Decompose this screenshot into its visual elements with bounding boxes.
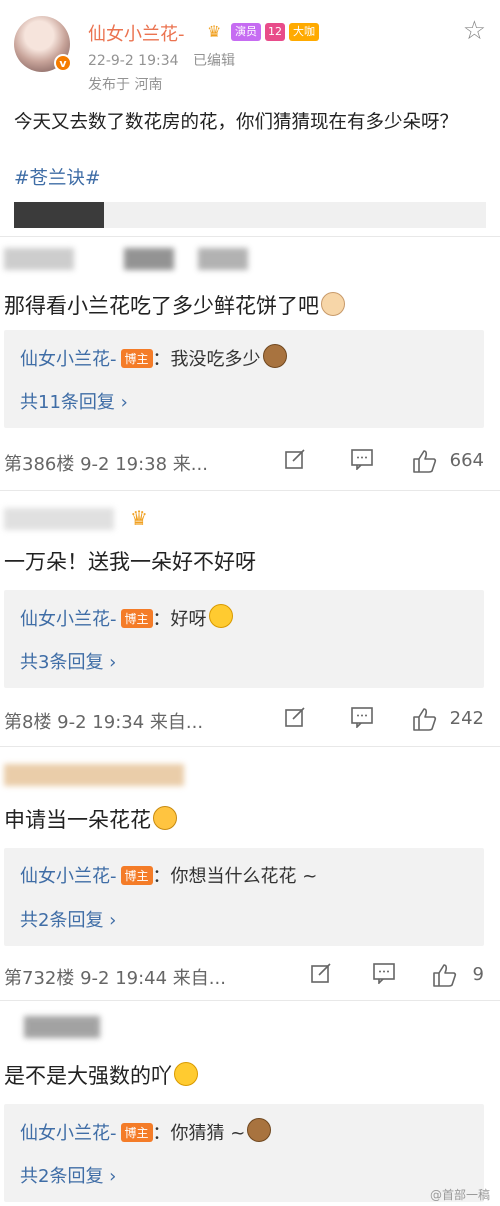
floor-info: 第732楼 9-2 19:44 来自... — [4, 968, 226, 989]
comment-icon[interactable] — [350, 706, 374, 728]
reply-author[interactable]: 仙女小兰花- — [20, 609, 117, 630]
wow-emoji-icon — [174, 1062, 198, 1086]
like-count: 9 — [472, 964, 484, 985]
level-badge: 12 — [265, 23, 285, 41]
post-meta: 22-9-2 19:34 已编辑 — [88, 50, 245, 70]
like-icon[interactable] — [432, 962, 458, 988]
comment-footer: 第8楼 9-2 19:34 来自... 242 — [4, 706, 494, 736]
reply-count-link[interactable]: 共2条回复 › — [20, 1162, 116, 1188]
reply-box[interactable]: 仙女小兰花- 博主 ：我没吃多少 共11条回复 › — [4, 330, 484, 428]
reply-line: 仙女小兰花- 博主 ：我没吃多少 — [20, 344, 287, 371]
blurred-username — [4, 764, 184, 786]
divider — [0, 1000, 500, 1001]
divider — [0, 746, 500, 747]
reply-count-link[interactable]: 共3条回复 › — [20, 648, 116, 674]
share-icon[interactable] — [310, 962, 332, 984]
blurred-username — [4, 248, 74, 270]
tiger-emoji-icon — [153, 806, 177, 830]
floor-info: 第386楼 9-2 19:38 来... — [4, 454, 208, 475]
post-date: 22-9-2 19:34 — [88, 53, 179, 69]
author-name[interactable]: 仙女小兰花- — [88, 20, 185, 46]
actor-badge: 演员 — [231, 23, 261, 41]
comment-text: 那得看小兰花吃了多少鲜花饼了吧 — [4, 290, 345, 320]
post-location: 发布于 河南 — [88, 77, 163, 93]
blurred-username — [124, 248, 174, 270]
divider — [0, 490, 500, 491]
hashtag-link[interactable]: #苍兰诀# — [14, 164, 101, 190]
edited-label: 已编辑 — [192, 53, 235, 69]
verified-icon: v — [54, 54, 72, 72]
reply-text: ：我没吃多少 — [152, 349, 261, 370]
badges: ♛ 演员 12 大咖 — [207, 22, 319, 42]
like-icon[interactable] — [412, 448, 438, 474]
share-icon[interactable] — [284, 706, 306, 728]
blogger-badge: 博主 — [120, 609, 153, 628]
reply-author[interactable]: 仙女小兰花- — [20, 349, 117, 370]
blurred-username — [198, 248, 248, 270]
reply-box[interactable]: 仙女小兰花- 博主 ：你想当什么花花 ~ 共2条回复 › — [4, 848, 484, 946]
post-text: 今天又去数了数花房的花，你们猜猜现在有多少朵呀？ — [14, 112, 459, 133]
blogger-badge: 博主 — [120, 1123, 153, 1142]
reply-box[interactable]: 仙女小兰花- 博主 ：你猜猜 ~ 共2条回复 › — [4, 1104, 484, 1202]
cat-emoji-icon — [321, 292, 345, 316]
post-header: v 仙女小兰花- ♛ 演员 12 大咖 ☆ 22-9-2 19:34 已编辑 发… — [14, 12, 486, 96]
dakan-badge: 大咖 — [289, 23, 319, 41]
reply-box[interactable]: 仙女小兰花- 博主 ：好呀 共3条回复 › — [4, 590, 484, 688]
like-count: 242 — [449, 708, 484, 729]
monkey-emoji-icon — [262, 344, 287, 368]
reply-count-link[interactable]: 共11条回复 › — [20, 388, 128, 414]
laugh-emoji-icon — [208, 604, 233, 628]
blurred-username — [4, 508, 114, 530]
comment-icon[interactable] — [372, 962, 396, 984]
crown-icon: ♛ — [130, 506, 148, 530]
share-icon[interactable] — [284, 448, 306, 470]
monkey-emoji-icon — [247, 1118, 272, 1142]
crown-icon: ♛ — [207, 22, 222, 41]
reply-text: ：你想当什么花花 ~ — [152, 866, 318, 887]
reply-line: 仙女小兰花- 博主 ：好呀 — [20, 604, 233, 631]
comment-text: 是不是大强数的吖 — [4, 1060, 198, 1090]
reply-author[interactable]: 仙女小兰花- — [20, 866, 117, 887]
like-icon[interactable] — [412, 706, 438, 732]
watermark: @首部一稿 — [429, 1188, 490, 1202]
reply-author[interactable]: 仙女小兰花- — [20, 1123, 117, 1144]
like-count: 664 — [449, 450, 484, 471]
comment-text: 一万朵！送我一朵好不好呀 — [4, 550, 256, 574]
divider — [0, 236, 500, 237]
reply-text: ：你猜猜 ~ — [152, 1123, 246, 1144]
comment-icon[interactable] — [350, 448, 374, 470]
reply-line: 仙女小兰花- 博主 ：你猜猜 ~ — [20, 1118, 272, 1145]
post-image-strip[interactable] — [14, 202, 486, 228]
reply-count-link[interactable]: 共2条回复 › — [20, 906, 116, 932]
comment-footer: 第732楼 9-2 19:44 来自... 9 — [4, 962, 494, 992]
reply-line: 仙女小兰花- 博主 ：你想当什么花花 ~ — [20, 862, 317, 888]
comment-footer: 第386楼 9-2 19:38 来... 664 — [4, 448, 494, 478]
blurred-username — [24, 1016, 100, 1038]
reply-text: ：好呀 — [152, 609, 207, 630]
floor-info: 第8楼 9-2 19:34 来自... — [4, 712, 204, 733]
star-icon[interactable]: ☆ — [463, 18, 486, 44]
blogger-badge: 博主 — [120, 349, 153, 368]
comment-text: 申请当一朵花花 — [4, 804, 177, 834]
blogger-badge: 博主 — [120, 866, 153, 885]
